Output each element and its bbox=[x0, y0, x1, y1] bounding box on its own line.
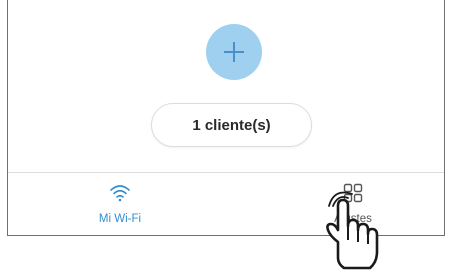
clients-count-label: 1 cliente(s) bbox=[192, 116, 271, 134]
plus-icon bbox=[224, 42, 244, 62]
clients-count-button[interactable]: 1 cliente(s) bbox=[151, 103, 312, 147]
add-button[interactable] bbox=[206, 24, 262, 80]
tab-mi-wifi[interactable]: Mi Wi-Fi bbox=[60, 176, 180, 232]
wifi-icon bbox=[110, 185, 130, 202]
nav-divider bbox=[8, 172, 444, 173]
tab-mi-wifi-label: Mi Wi-Fi bbox=[98, 213, 142, 225]
hand-pointer-icon bbox=[326, 191, 379, 270]
